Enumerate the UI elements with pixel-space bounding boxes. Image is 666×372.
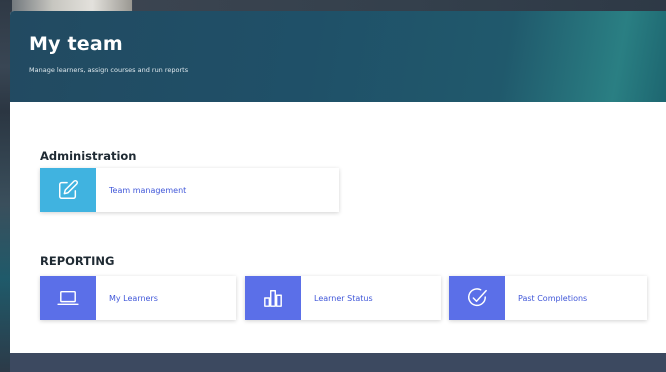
page-subtitle: Manage learners, assign courses and run … — [29, 66, 189, 74]
laptop-icon — [57, 290, 79, 306]
edit-icon — [59, 180, 78, 199]
learner-status-tile[interactable]: Learner Status — [245, 276, 441, 320]
my-learners-tile[interactable]: My Learners — [40, 276, 236, 320]
team-management-tile[interactable]: Team management — [40, 168, 339, 212]
my-learners-label: My Learners — [109, 293, 158, 303]
footer-bar — [10, 353, 666, 372]
past-completions-icon-box — [449, 276, 505, 320]
page-header: My team Manage learners, assign courses … — [10, 11, 666, 102]
team-management-label: Team management — [109, 185, 187, 195]
my-learners-icon-box — [40, 276, 96, 320]
team-management-icon-box — [40, 168, 96, 212]
past-completions-tile[interactable]: Past Completions — [449, 276, 647, 320]
bar-chart-icon — [264, 290, 282, 307]
page-title: My team — [29, 33, 123, 55]
section-title-administration: Administration — [40, 149, 137, 163]
learner-status-label: Learner Status — [314, 293, 373, 303]
section-title-reporting: REPORTING — [40, 254, 115, 268]
check-circle-icon — [468, 288, 487, 307]
past-completions-label: Past Completions — [518, 293, 588, 303]
my-team-panel: My team Manage learners, assign courses … — [10, 11, 666, 372]
learner-status-icon-box — [245, 276, 301, 320]
